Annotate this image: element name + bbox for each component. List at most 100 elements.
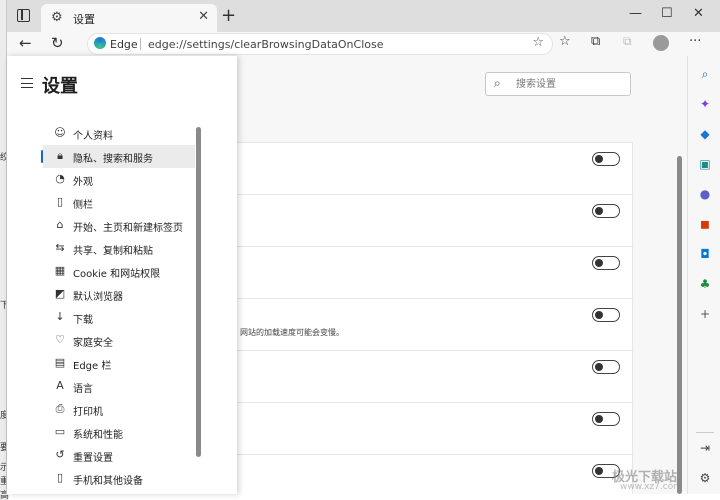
profile-icon: ☺ (54, 126, 66, 139)
tab-actions-icon[interactable] (17, 9, 30, 22)
toggle-switch[interactable] (592, 308, 620, 322)
sidebar-item-edge-bar[interactable]: ▤ Edge 栏 (43, 352, 195, 375)
sidebar-item-phone[interactable]: ▯ 手机和其他设备 (43, 467, 195, 490)
new-tab-icon[interactable]: + (221, 5, 236, 26)
lock-icon: 🔒︎ (57, 149, 63, 162)
sidebar-item-label: 系统和性能 (73, 430, 123, 441)
sidebar-item-printers[interactable]: ⎙ 打印机 (43, 398, 195, 421)
tools-icon[interactable]: ▣ (697, 156, 713, 172)
close-icon[interactable]: ✕ (198, 9, 209, 24)
toggle-switch[interactable] (592, 412, 620, 426)
refresh-icon[interactable]: ↻ (51, 34, 64, 52)
omnibox-divider (140, 38, 141, 50)
sidebar-item-share[interactable]: ⇆ 共享、复制和粘贴 (43, 237, 195, 260)
shopping-tag-icon[interactable]: ◆ (697, 126, 713, 142)
settings-row (228, 195, 634, 247)
tree-icon[interactable]: ♣ (697, 276, 713, 292)
hamburger-menu-icon[interactable] (21, 78, 33, 88)
address-bar[interactable]: Edge edge://settings/clearBrowsingDataOn… (87, 33, 553, 55)
settings-row (228, 403, 634, 455)
sidebar-item-system[interactable]: ▭ 系统和性能 (43, 421, 195, 444)
copilot-sparkle-icon[interactable]: ✦ (697, 96, 713, 112)
hide-sidebar-icon[interactable]: ⇥ (697, 440, 713, 456)
url-text[interactable]: edge://settings/clearBrowsingDataOnClose (148, 38, 383, 51)
home-icon: ⌂ (56, 218, 64, 231)
office-icon[interactable]: ◼ (697, 216, 713, 232)
sidebar-item-family[interactable]: ♡ 家庭安全 (43, 329, 195, 352)
maximize-icon[interactable]: ☐ (661, 6, 673, 21)
collections-icon[interactable]: ⧉ (591, 34, 600, 49)
sidebar-item-sidebar[interactable]: ▯ 侧栏 (43, 191, 195, 214)
add-icon[interactable]: + (697, 306, 713, 322)
more-icon[interactable]: ··· (689, 34, 701, 49)
back-arrow-icon[interactable]: ← (19, 34, 32, 52)
sidebar-item-profile[interactable]: ☺ 个人资料 (43, 122, 195, 145)
watermark-url: www.xz7.com (620, 482, 682, 492)
sidebar-item-label: 隐私、搜索和服务 (73, 154, 153, 165)
settings-nav-list: ☺ 个人资料 🔒︎ 隐私、搜索和服务 ◔ 外观 ▯ 侧栏 ⌂ 开始、主页和新建标… (41, 122, 195, 490)
tab-settings[interactable]: ⚙ 设置 ✕ (41, 4, 217, 32)
window-close-icon[interactable]: ✕ (693, 6, 704, 21)
toggle-switch[interactable] (592, 256, 620, 270)
sidebar-item-label: 下载 (73, 315, 93, 326)
sidebar-item-appearance[interactable]: ◔ 外观 (43, 168, 195, 191)
sidebar-item-label: Cookie 和网站权限 (73, 269, 161, 280)
toggle-knob (595, 310, 603, 319)
sidebar-item-label: 家庭安全 (73, 338, 113, 349)
sidebar-item-label: 重置设置 (73, 453, 113, 464)
sidebar-item-label: 语言 (73, 384, 93, 395)
sidebar-item-label: 默认浏览器 (73, 292, 123, 303)
sidebar-item-start-home[interactable]: ⌂ 开始、主页和新建标签页 (43, 214, 195, 237)
add-favorite-icon[interactable]: ☆ (532, 35, 544, 50)
phone-icon: ▯ (56, 471, 64, 484)
drawer-scrollbar[interactable] (196, 127, 201, 457)
sidebar-icon: ▯ (56, 195, 64, 208)
toggle-knob (595, 154, 603, 163)
settings-row (228, 351, 634, 403)
minimize-icon[interactable]: — (629, 6, 642, 21)
sidebar-item-languages[interactable]: A 语言 (43, 375, 195, 398)
edge-bar-icon: ▤ (54, 356, 66, 369)
toggle-switch[interactable] (592, 204, 620, 218)
page-scrollbar[interactable] (677, 156, 682, 494)
cookie-icon: ▦ (54, 264, 66, 277)
download-icon: ↓ (55, 310, 65, 323)
extensions-icon[interactable]: ⧉ (623, 34, 632, 49)
sidebar-item-downloads[interactable]: ↓ 下载 (43, 306, 195, 329)
search-icon[interactable]: ⌕ (697, 66, 713, 82)
edge-sidebar-divider (696, 432, 714, 433)
sidebar-item-label: 共享、复制和粘贴 (73, 246, 153, 257)
sidebar-item-label: 开始、主页和新建标签页 (73, 223, 183, 234)
tab-title: 设置 (73, 13, 95, 26)
sidebar-item-label: 外观 (73, 177, 93, 188)
settings-card: 网站的加载速度可能会变慢。 (227, 142, 634, 494)
page-title: 设置 (42, 76, 78, 97)
settings-search[interactable]: ⌕ (485, 72, 631, 96)
sidebar-item-label: Edge 栏 (73, 361, 112, 372)
sidebar-item-reset[interactable]: ↺ 重置设置 (43, 444, 195, 467)
title-bar: ⚙ 设置 ✕ + — ☐ ✕ (7, 0, 720, 32)
sidebar-item-default-browser[interactable]: ◩ 默认浏览器 (43, 283, 195, 306)
system-icon: ▭ (54, 425, 66, 438)
toggle-knob (595, 362, 603, 371)
settings-row (228, 455, 634, 500)
edge-sidebar: ⌕ ✦ ◆ ▣ ● ◼ ◘ ♣ + ⇥ ⚙ (687, 56, 720, 494)
printer-icon: ⎙ (55, 402, 65, 415)
toggle-switch[interactable] (592, 360, 620, 374)
navigation-bar: ← ↻ Edge edge://settings/clearBrowsingDa… (7, 32, 720, 56)
toggle-knob (595, 206, 603, 215)
sidebar-item-cookies[interactable]: ▦ Cookie 和网站权限 (43, 260, 195, 283)
edge-logo-icon (94, 37, 106, 49)
avatar[interactable] (653, 35, 669, 51)
search-input[interactable] (516, 76, 624, 92)
settings-nav-drawer: 设置 ☺ 个人资料 🔒︎ 隐私、搜索和服务 ◔ 外观 ▯ 侧栏 ⌂ 开始、主页和… (7, 56, 237, 494)
browser-icon: ◩ (54, 287, 66, 300)
outlook-icon[interactable]: ◘ (697, 246, 713, 262)
toggle-knob (595, 258, 603, 267)
sidebar-item-label: 个人资料 (73, 131, 113, 142)
toggle-switch[interactable] (592, 152, 620, 166)
sidebar-item-privacy[interactable]: 🔒︎ 隐私、搜索和服务 (41, 145, 195, 168)
browser-window: ⚙ 设置 ✕ + — ☐ ✕ ← ↻ Edge edge://settings/… (6, 0, 720, 494)
games-icon[interactable]: ● (697, 186, 713, 202)
favorites-icon[interactable]: ☆ (559, 34, 571, 49)
